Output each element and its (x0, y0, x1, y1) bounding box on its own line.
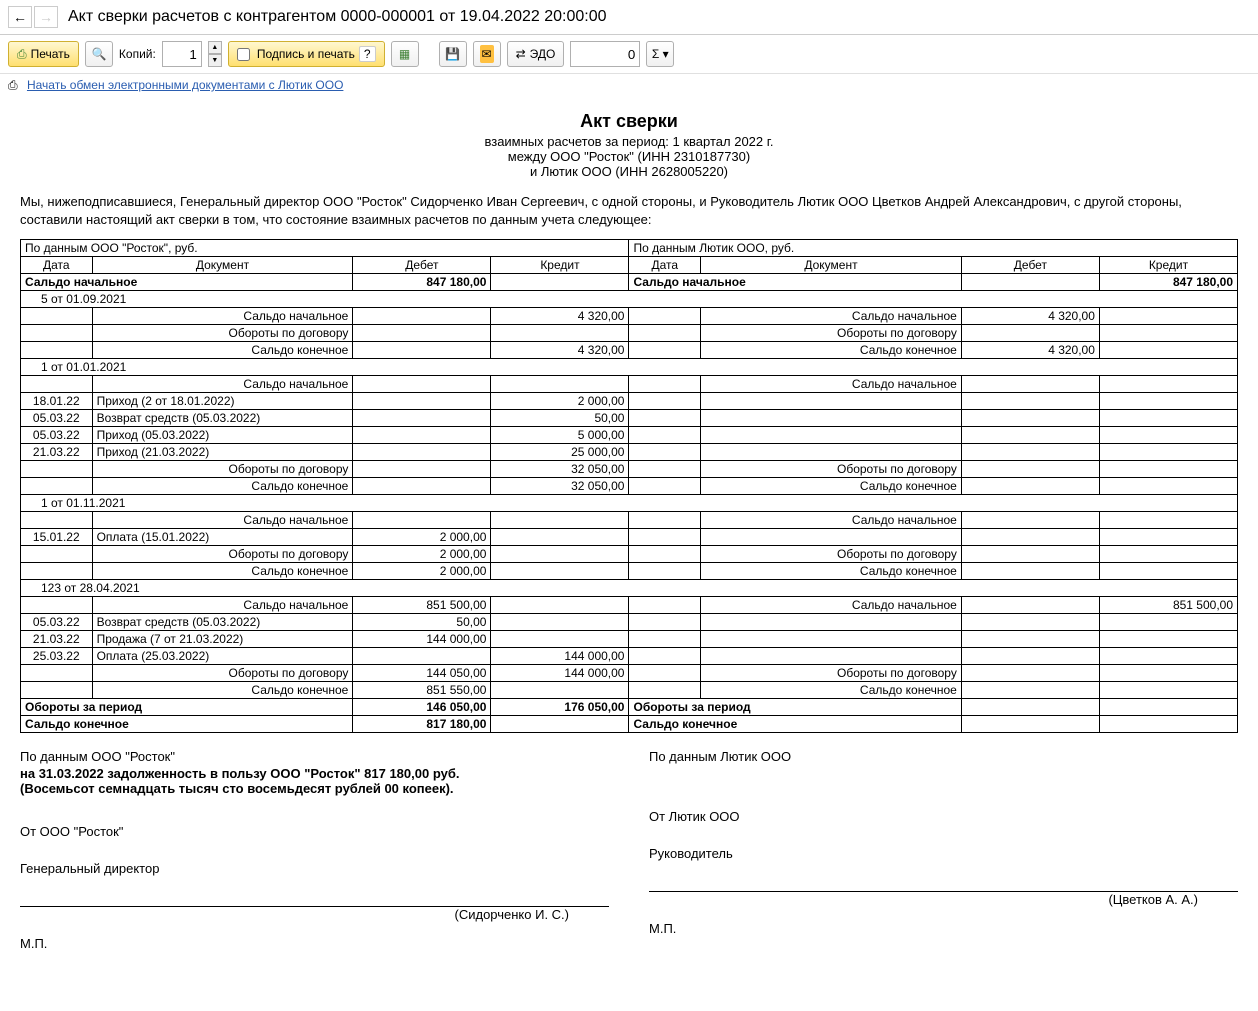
window-title: Акт сверки расчетов с контрагентом 0000-… (68, 8, 607, 26)
edo-button[interactable]: ⇄ ЭДО (507, 41, 565, 67)
intro-text: Мы, нижеподписавшиеся, Генеральный дирек… (20, 193, 1238, 229)
forward-button[interactable]: → (34, 6, 58, 28)
back-button[interactable]: ← (8, 6, 32, 28)
left-side-header: По данным ООО "Росток", руб. (21, 240, 629, 257)
copies-label: Копий: (119, 47, 156, 61)
edo-icon: ⇄ (516, 47, 526, 61)
footer-left-header: По данным ООО "Росток" (20, 749, 609, 764)
email-icon: ✉ (480, 45, 494, 63)
from-right: От Лютик ООО (649, 809, 1238, 824)
table-row: 25.03.22Оплата (25.03.2022)144 000,00 (21, 648, 1238, 665)
table-icon: ▦ (399, 47, 410, 61)
copies-input[interactable] (162, 41, 202, 67)
section-header: 1 от 01.11.2021 (21, 495, 1238, 512)
edo-count-input[interactable] (570, 41, 640, 67)
reconciliation-table: По данным ООО "Росток", руб. По данным Л… (20, 239, 1238, 733)
help-icon[interactable]: ? (359, 46, 376, 62)
save-icon: 💾 (445, 47, 460, 61)
role-left: Генеральный директор (20, 861, 609, 876)
doc-subtitle-3: и Лютик ООО (ИНН 2628005220) (20, 164, 1238, 179)
sign-print-button[interactable]: Подпись и печать ? (228, 41, 385, 67)
sum-button[interactable]: Σ ▾ (646, 41, 674, 67)
table-row: 21.03.22Приход (21.03.2022)25 000,00 (21, 444, 1238, 461)
print-button[interactable]: ⎙ Печать (8, 41, 79, 67)
footer-summary: на 31.03.2022 задолженность в пользу ООО… (20, 766, 500, 796)
email-button[interactable]: ✉ (473, 41, 501, 67)
start-edo-link[interactable]: Начать обмен электронными документами с … (27, 78, 343, 92)
copies-up-button[interactable]: ▲ (208, 41, 222, 54)
preview-button[interactable]: 🔍 (85, 41, 113, 67)
section-header: 1 от 01.01.2021 (21, 359, 1238, 376)
table-row: 21.03.22Продажа (7 от 21.03.2022)144 000… (21, 631, 1238, 648)
table-button[interactable]: ▦ (391, 41, 419, 67)
section-header: 123 от 28.04.2021 (21, 580, 1238, 597)
role-right: Руководитель (649, 846, 1238, 861)
printer-icon: ⎙ (8, 78, 18, 92)
sig-left: (Сидорченко И. С.) (455, 907, 570, 922)
table-row: 05.03.22Приход (05.03.2022)5 000,00 (21, 427, 1238, 444)
copies-down-button[interactable]: ▼ (208, 54, 222, 67)
right-side-header: По данным Лютик ООО, руб. (629, 240, 1238, 257)
printer-icon: ⎙ (17, 47, 27, 62)
mp-right: М.П. (649, 921, 1238, 936)
save-button[interactable]: 💾 (439, 41, 467, 67)
mp-left: М.П. (20, 936, 609, 951)
section-header: 5 от 01.09.2021 (21, 291, 1238, 308)
table-row: 18.01.22Приход (2 от 18.01.2022)2 000,00 (21, 393, 1238, 410)
from-left: От ООО "Росток" (20, 824, 609, 839)
magnifier-icon: 🔍 (91, 47, 106, 61)
table-row: 05.03.22Возврат средств (05.03.2022)50,0… (21, 614, 1238, 631)
document-title: Акт сверки (20, 111, 1238, 132)
footer-right-header: По данным Лютик ООО (649, 749, 1238, 764)
sign-print-checkbox[interactable] (237, 48, 250, 61)
table-row: 15.01.22Оплата (15.01.2022)2 000,00 (21, 529, 1238, 546)
doc-subtitle-2: между ООО "Росток" (ИНН 2310187730) (20, 149, 1238, 164)
table-row: 05.03.22Возврат средств (05.03.2022)50,0… (21, 410, 1238, 427)
doc-subtitle-1: взаимных расчетов за период: 1 квартал 2… (20, 134, 1238, 149)
sig-right: (Цветков А. А.) (1108, 892, 1198, 907)
